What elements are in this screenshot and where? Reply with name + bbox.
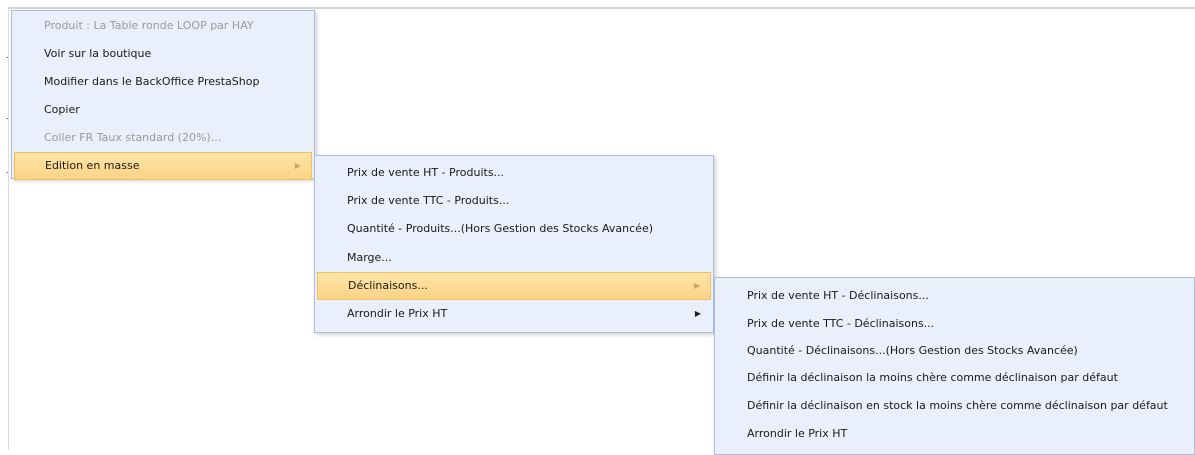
menu-item-price-ht-products[interactable]: Prix de vente HT - Produits... [317, 159, 711, 187]
menu-item-label: Définir la déclinaison la moins chère co… [747, 371, 1118, 384]
menu-item-label: Prix de vente TTC - Produits... [347, 194, 510, 207]
chevron-right-icon: ▶ [294, 161, 301, 170]
window-top-border [8, 7, 1195, 9]
menu-item-quantity-variations[interactable]: Quantité - Déclinaisons...(Hors Gestion … [717, 337, 1192, 365]
chevron-right-icon: ▶ [694, 309, 701, 318]
menu-item-mass-edit[interactable]: Edition en masse ▶ [14, 152, 312, 180]
menu-item-label: Voir sur la boutique [44, 47, 152, 60]
menu-item-edit-in-backoffice[interactable]: Modifier dans le BackOffice PrestaShop [14, 68, 312, 96]
menu-item-label: Modifier dans le BackOffice PrestaShop [44, 75, 260, 88]
menu-item-label: Quantité - Déclinaisons...(Hors Gestion … [747, 344, 1078, 357]
menu-item-default-cheapest-in-stock[interactable]: Définir la déclinaison en stock la moins… [717, 392, 1192, 420]
menu-item-round-price-ht-variations[interactable]: Arrondir le Prix HT [717, 420, 1192, 448]
menu-item-default-cheapest[interactable]: Définir la déclinaison la moins chère co… [717, 364, 1192, 392]
menu-item-label: Arrondir le Prix HT [747, 427, 848, 440]
menu-item-label: Prix de vente HT - Produits... [347, 166, 505, 179]
menu-item-quantity-products[interactable]: Quantité - Produits...(Hors Gestion des … [317, 215, 711, 243]
menu-item-label: Coller FR Taux standard (20%)... [44, 131, 222, 144]
menu-item-view-in-shop[interactable]: Voir sur la boutique [14, 40, 312, 68]
menu-item-price-ht-variations[interactable]: Prix de vente HT - Déclinaisons... [717, 282, 1192, 310]
menu-item-label: Prix de vente TTC - Déclinaisons... [747, 317, 935, 330]
menu-item-label: Déclinaisons... [348, 279, 428, 292]
menu-item-label: Produit : La Table ronde LOOP par HAY [44, 19, 254, 32]
menu-item-product-title: Produit : La Table ronde LOOP par HAY [14, 12, 312, 40]
menu-item-variations[interactable]: Déclinaisons... ▶ [317, 272, 711, 300]
menu-item-label: Marge... [347, 251, 392, 264]
menu-item-label: Prix de vente HT - Déclinaisons... [747, 289, 929, 302]
chevron-right-icon: ▶ [693, 281, 700, 290]
divider-tick [6, 172, 8, 173]
mass-edit-submenu: Prix de vente HT - Produits... Prix de v… [314, 155, 714, 333]
menu-item-paste: Coller FR Taux standard (20%)... [14, 124, 312, 152]
menu-item-price-ttc-variations[interactable]: Prix de vente TTC - Déclinaisons... [717, 310, 1192, 338]
variations-submenu: Prix de vente HT - Déclinaisons... Prix … [714, 277, 1195, 455]
menu-item-price-ttc-products[interactable]: Prix de vente TTC - Produits... [317, 187, 711, 215]
menu-item-label: Copier [44, 103, 80, 116]
menu-item-copy[interactable]: Copier [14, 96, 312, 124]
context-menu: Produit : La Table ronde LOOP par HAY Vo… [11, 10, 315, 180]
menu-item-label: Définir la déclinaison en stock la moins… [747, 399, 1168, 412]
divider-tick [6, 118, 8, 119]
window-left-border [8, 8, 9, 450]
menu-item-label: Edition en masse [45, 159, 140, 172]
menu-item-label: Quantité - Produits...(Hors Gestion des … [347, 222, 654, 235]
divider-tick [6, 57, 8, 58]
menu-item-label: Arrondir le Prix HT [347, 307, 448, 320]
menu-item-round-price-ht[interactable]: Arrondir le Prix HT ▶ [317, 300, 711, 328]
menu-item-margin[interactable]: Marge... [317, 244, 711, 272]
